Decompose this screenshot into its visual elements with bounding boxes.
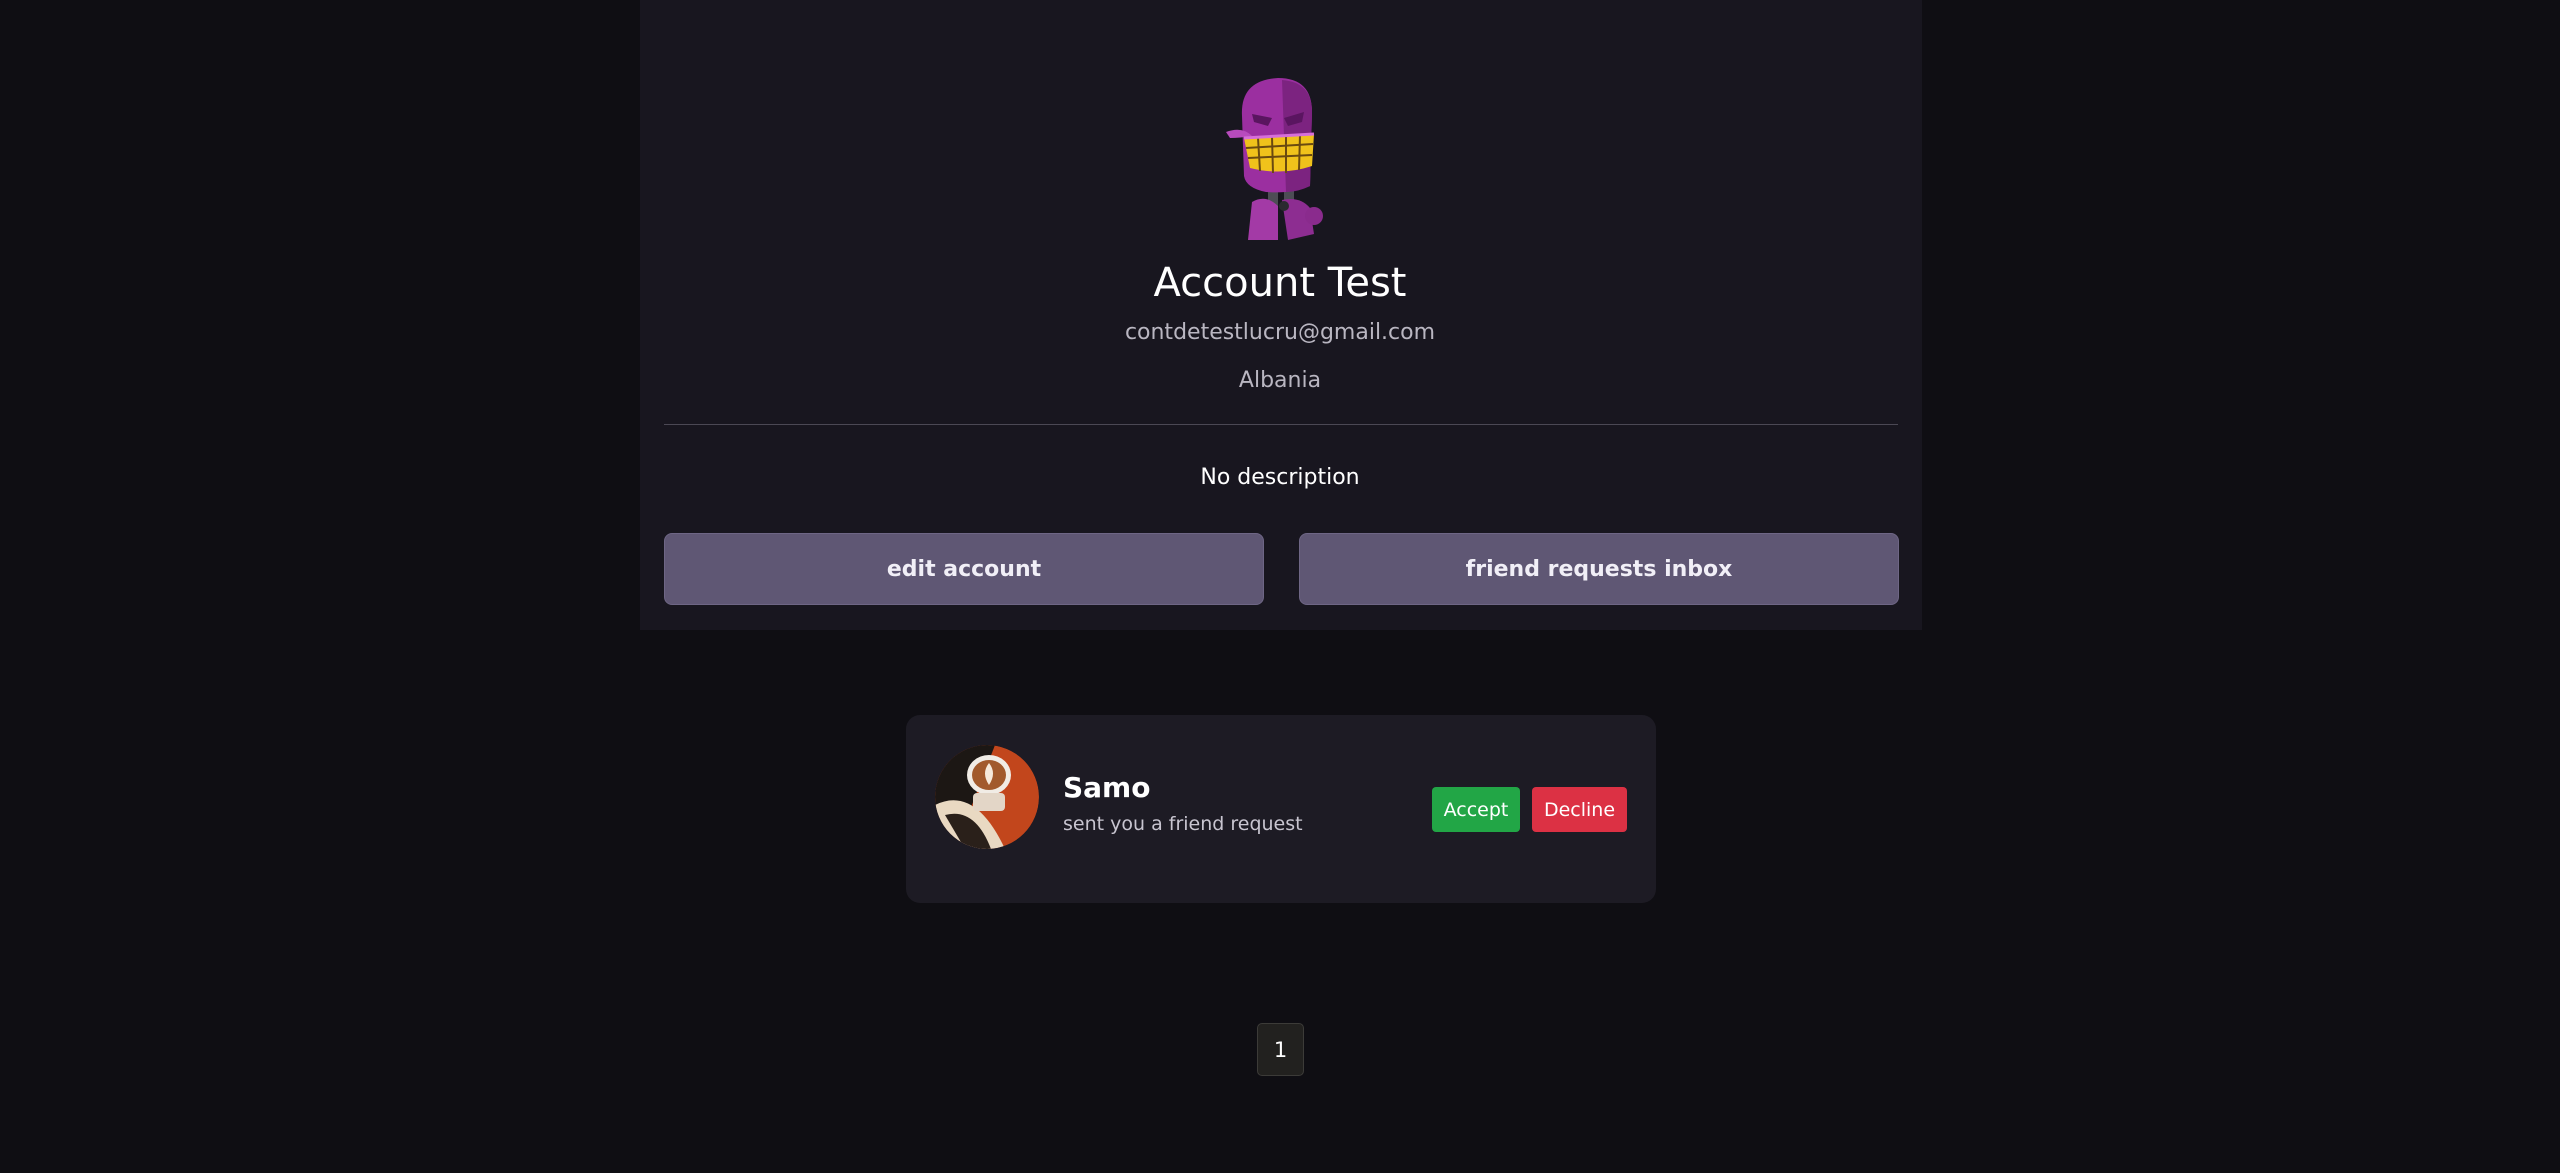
pagination-page-1[interactable]: 1 bbox=[1257, 1023, 1304, 1076]
request-message: sent you a friend request bbox=[1063, 813, 1303, 835]
profile-country: Albania bbox=[1238, 368, 1322, 393]
edit-account-button[interactable]: edit account bbox=[664, 533, 1264, 605]
profile-name: Account Test bbox=[1153, 260, 1407, 306]
friend-requests-inbox-button[interactable]: friend requests inbox bbox=[1299, 533, 1899, 605]
profile-divider bbox=[664, 424, 1898, 425]
friend-request-card: Samo sent you a friend request Accept De… bbox=[906, 715, 1656, 903]
decline-button[interactable]: Decline bbox=[1532, 787, 1627, 832]
request-sender-name: Samo bbox=[1063, 771, 1151, 804]
latte-avatar-icon bbox=[935, 745, 1039, 849]
profile-email: contdetestlucru@gmail.com bbox=[1124, 320, 1436, 345]
accept-button[interactable]: Accept bbox=[1432, 787, 1520, 832]
profile-description: No description bbox=[1200, 465, 1360, 490]
robot-avatar-icon bbox=[1226, 78, 1323, 240]
